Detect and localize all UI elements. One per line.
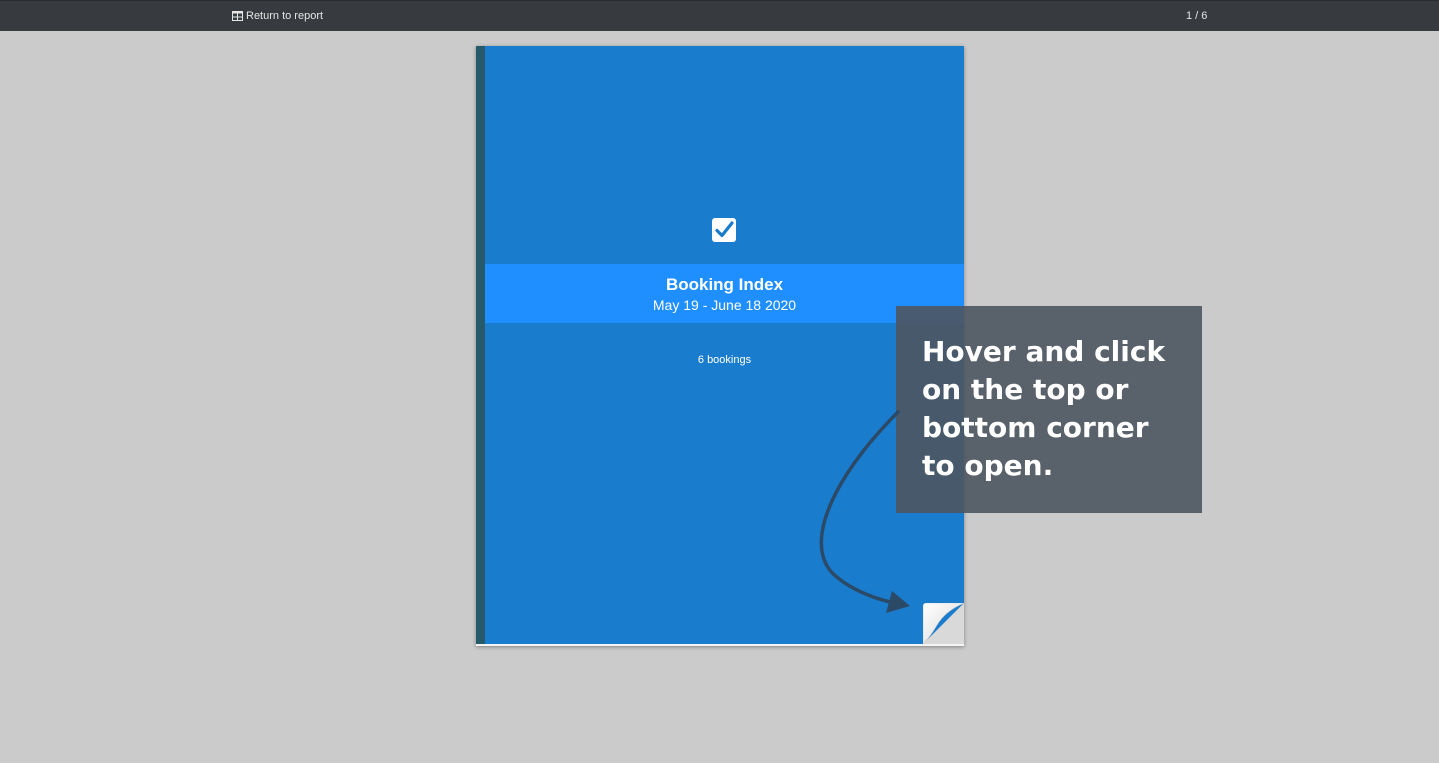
hint-text: Hover and click on the top or bottom cor… — [922, 335, 1166, 482]
date-range: May 19 - June 18 2020 — [652, 297, 797, 313]
curved-arrow-icon — [819, 410, 910, 613]
book-title: Booking Index — [665, 275, 784, 294]
page-curl-icon[interactable] — [922, 602, 965, 645]
return-to-report-button[interactable]: Return to report — [232, 10, 323, 22]
book-spine — [476, 46, 485, 644]
table-icon — [232, 11, 243, 21]
bookings-count: 6 bookings — [697, 354, 752, 366]
checkbox-checked-icon — [712, 218, 736, 242]
toolbar: Return to report 1 / 6 — [0, 0, 1439, 31]
hint-tooltip: Hover and click on the top or bottom cor… — [896, 306, 1202, 513]
page-indicator: 1 / 6 — [1186, 10, 1208, 22]
title-band: Booking Index May 19 - June 18 2020 — [485, 264, 964, 323]
return-to-report-label: Return to report — [246, 10, 324, 22]
